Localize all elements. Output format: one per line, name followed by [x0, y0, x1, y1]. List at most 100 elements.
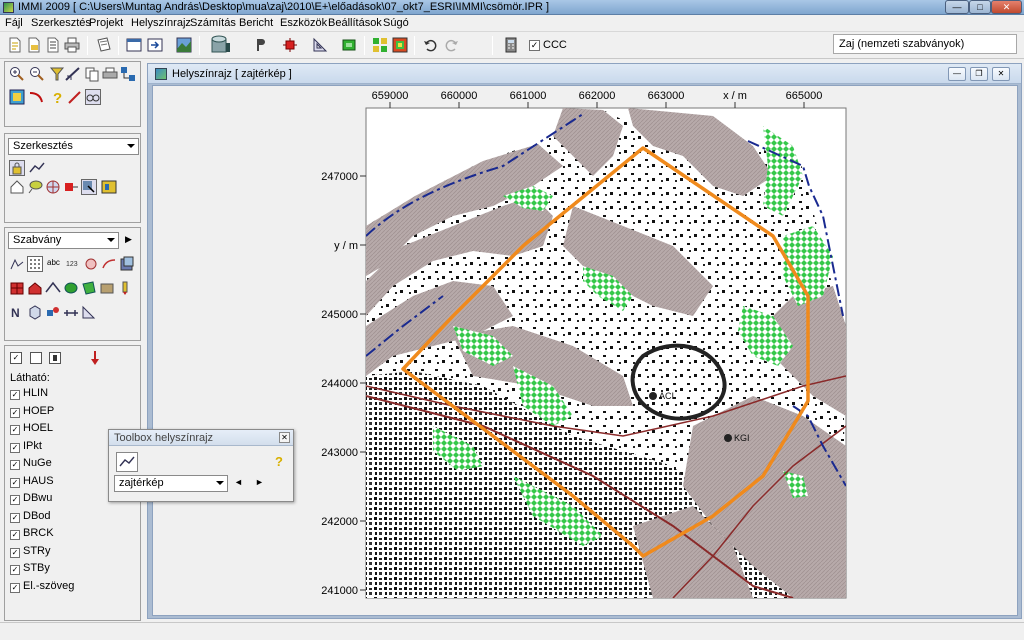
calculate-icon[interactable]: [341, 37, 357, 53]
grid-map-icon[interactable]: [372, 37, 388, 53]
wall-icon[interactable]: [99, 280, 115, 296]
lock-icon[interactable]: [9, 160, 25, 176]
child-close-button[interactable]: ✕: [992, 67, 1010, 81]
menu-bericht[interactable]: Bericht: [239, 17, 273, 29]
area-icon[interactable]: [81, 280, 97, 296]
layer-hoel[interactable]: ✓ HOEL: [10, 422, 53, 436]
menu-helyszinrajz[interactable]: Helyszínrajz: [131, 17, 191, 29]
open-file-icon[interactable]: [26, 37, 42, 53]
receiver-icon[interactable]: [83, 256, 99, 272]
layer-hlin[interactable]: ✓ HLIN: [10, 387, 48, 401]
notes-icon[interactable]: [96, 37, 112, 53]
layer-el-szoveg[interactable]: ✓ El.-szöveg: [10, 580, 74, 594]
toolbox-close-button[interactable]: ✕: [279, 432, 290, 443]
triangle-ruler-icon[interactable]: [312, 37, 328, 53]
toolbox-window[interactable]: Toolbox helyszínrajz ✕ ? zajtérkép ◄ ►: [108, 429, 294, 502]
layer-stry[interactable]: ✓ STRy: [10, 545, 51, 559]
pointer-icon[interactable]: [252, 37, 268, 53]
pen-icon[interactable]: [67, 89, 83, 105]
calculator-icon[interactable]: [503, 37, 519, 53]
menu-szamitas[interactable]: Számítás: [190, 17, 236, 29]
print-view-icon[interactable]: [102, 66, 118, 82]
copy-icon[interactable]: [84, 66, 100, 82]
layer-nuge[interactable]: ✓ NuGe: [10, 457, 52, 471]
layer-checkbox[interactable]: ✓: [10, 460, 20, 470]
layout-icon[interactable]: [120, 66, 136, 82]
down-arrow-icon[interactable]: [87, 350, 103, 366]
marker-icon[interactable]: [117, 280, 133, 296]
site-plan-map[interactable]: ACI KGI 659000 660000 661000 662000 663000 x …: [153, 86, 1017, 615]
layer-checkbox[interactable]: ✓: [10, 425, 20, 435]
undo-icon[interactable]: [422, 37, 438, 53]
noise-standard-dropdown[interactable]: Zaj (nemzeti szabványok): [833, 34, 1017, 54]
layer-checkbox[interactable]: ✓: [10, 583, 20, 593]
export-icon[interactable]: [147, 37, 163, 53]
bridge-icon[interactable]: [45, 280, 61, 296]
menu-projekt[interactable]: Projekt: [89, 17, 123, 29]
layer-checkbox[interactable]: ✓: [10, 390, 20, 400]
layer-hoep[interactable]: ✓ HOEP: [10, 405, 54, 419]
house-icon[interactable]: [9, 179, 25, 195]
layer-brck[interactable]: ✓ BRCK: [10, 527, 54, 541]
layer-dbwu[interactable]: ✓ DBwu: [10, 492, 52, 506]
next-arrow-icon[interactable]: ►: [255, 477, 264, 487]
tree-icon[interactable]: [27, 179, 43, 195]
layer-checkbox[interactable]: ✓: [10, 408, 20, 418]
polyline-icon[interactable]: [29, 160, 45, 176]
vegetation-icon[interactable]: [63, 280, 79, 296]
toolbox-map-dropdown[interactable]: zajtérkép: [114, 475, 228, 492]
noise-grid-icon[interactable]: [392, 37, 408, 53]
layer-checkbox[interactable]: ✓: [10, 443, 20, 453]
map-canvas-area[interactable]: ACI KGI 659000 660000 661000 662000 663000 x …: [152, 85, 1018, 616]
invert-check-icon[interactable]: [49, 352, 61, 364]
standard-dropdown[interactable]: Szabvány: [8, 232, 119, 249]
filter-icon[interactable]: [49, 66, 65, 82]
layer-stby[interactable]: ✓ STBy: [10, 562, 50, 576]
toolbox-titlebar[interactable]: Toolbox helyszínrajz ✕: [109, 430, 293, 446]
map-view-icon[interactable]: [176, 37, 192, 53]
cylinder-icon[interactable]: [209, 35, 231, 55]
new-file-icon[interactable]: [7, 37, 23, 53]
save-file-icon[interactable]: [45, 37, 61, 53]
line-graph-icon[interactable]: [9, 256, 25, 272]
layers-icon[interactable]: [119, 256, 135, 272]
shapes-icon[interactable]: [45, 304, 61, 320]
window-icon[interactable]: [126, 37, 142, 53]
uncheck-all-icon[interactable]: [30, 352, 42, 364]
menu-sugo[interactable]: Súgó: [383, 17, 409, 29]
menu-beallitasok[interactable]: Beállítások: [328, 17, 382, 29]
layer-haus[interactable]: ✓ HAUS: [10, 475, 54, 489]
text-abc-icon[interactable]: abc: [47, 258, 63, 274]
source-point-icon[interactable]: [63, 179, 79, 195]
layer-checkbox[interactable]: ✓: [10, 565, 20, 575]
globe-icon[interactable]: [45, 179, 61, 195]
check-all-icon[interactable]: ✓: [10, 352, 22, 364]
table-icon[interactable]: [101, 179, 117, 195]
glasses-icon[interactable]: [85, 89, 101, 105]
close-button[interactable]: ✕: [991, 0, 1022, 14]
menu-fajl[interactable]: Fájl: [5, 17, 23, 29]
zoom-in-icon[interactable]: [9, 66, 25, 82]
menu-eszkozok[interactable]: Eszközök: [280, 17, 327, 29]
emitter-icon[interactable]: [282, 37, 298, 53]
north-arrow-icon[interactable]: N: [9, 304, 25, 320]
print-icon[interactable]: [64, 37, 80, 53]
number-icon[interactable]: 123: [65, 256, 81, 272]
layer-checkbox[interactable]: ✓: [10, 478, 20, 488]
layer-checkbox[interactable]: ✓: [10, 495, 20, 505]
play-arrow-icon[interactable]: ▶: [125, 234, 141, 250]
layer-checkbox[interactable]: ✓: [10, 530, 20, 540]
layer-checkbox[interactable]: ✓: [10, 548, 20, 558]
house-red-icon[interactable]: [27, 280, 43, 296]
select-area-icon[interactable]: [9, 89, 25, 105]
zoom-out-icon[interactable]: [29, 66, 45, 82]
curve-tool-icon[interactable]: [29, 89, 45, 105]
angle-icon[interactable]: [81, 304, 97, 320]
menu-szerkesztes[interactable]: Szerkesztés: [31, 17, 91, 29]
edit-mode-dropdown[interactable]: Szerkesztés: [8, 138, 139, 155]
layer-ipkt[interactable]: ✓ IPkt: [10, 440, 42, 454]
minimize-button[interactable]: —: [945, 0, 969, 14]
measure-icon[interactable]: [65, 66, 81, 82]
dot-grid-icon[interactable]: [27, 256, 43, 272]
scale-icon[interactable]: [63, 304, 79, 320]
